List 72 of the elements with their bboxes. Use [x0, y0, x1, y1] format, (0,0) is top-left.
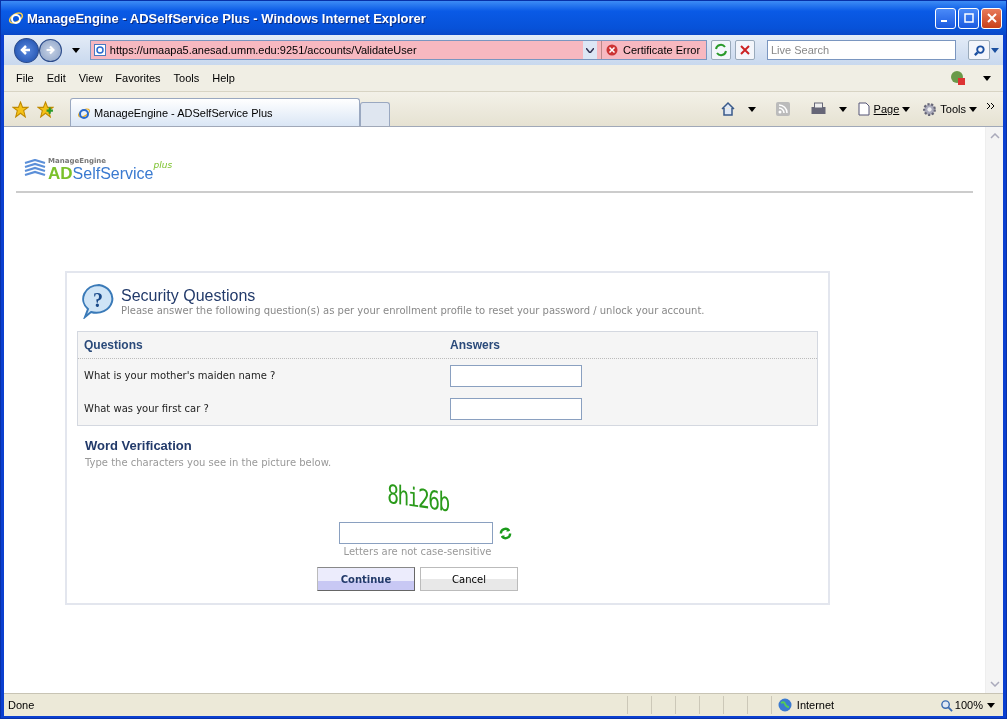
search-icon: [972, 43, 986, 57]
menu-item[interactable]: Help: [212, 72, 235, 84]
home-icon[interactable]: [719, 101, 736, 117]
chevron-down-icon: [586, 47, 595, 53]
printer-icon[interactable]: [809, 101, 827, 117]
address-dropdown-button[interactable]: [583, 41, 598, 59]
maximize-button[interactable]: [958, 7, 979, 29]
back-button[interactable]: [14, 37, 39, 63]
panel-title: Security Questions: [121, 286, 257, 305]
page-menu-button[interactable]: Page: [854, 102, 913, 116]
forward-arrow-icon: [44, 44, 57, 56]
menu-item[interactable]: Edit: [46, 72, 66, 84]
close-button[interactable]: [981, 7, 1002, 29]
menu-item[interactable]: Tools: [173, 72, 200, 84]
search-button[interactable]: [968, 40, 991, 60]
maximize-icon: [963, 13, 974, 23]
tools-menu-button[interactable]: Tools: [920, 101, 979, 117]
answer-field[interactable]: [450, 397, 582, 420]
page-icon: [93, 44, 106, 56]
url-text: https://umaapa5.anesad.umm.edu:9251/accounts/ValidateUser: [109, 44, 418, 56]
column-header: Questions: [84, 338, 144, 352]
question-text: What is your mother's maiden name ?: [84, 370, 277, 381]
section-title: Word Verification: [85, 438, 193, 453]
forward-button[interactable]: [38, 38, 62, 62]
caret-icon[interactable]: [747, 106, 756, 112]
captcha-image: 8hi26b: [386, 477, 449, 520]
menu-item[interactable]: View: [78, 72, 103, 84]
logo-icon: [24, 159, 46, 179]
browser-logo-icon: [77, 105, 91, 120]
add-favorite-icon[interactable]: [37, 100, 54, 118]
answer-field[interactable]: [450, 364, 582, 387]
menu-item[interactable]: Favorites: [115, 72, 161, 84]
refresh-button[interactable]: [711, 40, 731, 60]
question-text: What was your first car ?: [84, 403, 210, 414]
status-text: Done: [8, 699, 36, 711]
gear-icon: [922, 101, 938, 117]
caret-icon[interactable]: [991, 47, 999, 53]
form-button[interactable]: Continue: [317, 567, 415, 591]
caret-icon: [969, 106, 977, 112]
case-note-text: Letters are not case-sensitive: [343, 546, 492, 557]
instruction-text: Type the characters you see in the picture below.: [85, 457, 333, 468]
stop-button[interactable]: [735, 40, 755, 60]
caret-icon[interactable]: [838, 106, 847, 112]
page-icon: [856, 102, 871, 116]
address-field[interactable]: https://umaapa5.anesad.umm.edu:9251/accounts/ValidateUser Certificate Error: [89, 40, 708, 60]
captcha-field[interactable]: [339, 522, 493, 544]
caret-icon[interactable]: [983, 75, 991, 81]
column-header: Answers: [450, 338, 502, 352]
caret-icon[interactable]: [987, 702, 995, 708]
logo-ad-text: AD: [48, 165, 73, 183]
browser-logo-icon: [8, 10, 24, 26]
favorites-star-icon[interactable]: [12, 100, 29, 118]
logo-product-text: SelfService: [72, 165, 154, 183]
error-shield-icon: [606, 44, 619, 56]
menu-item[interactable]: File: [16, 72, 34, 84]
browser-tab[interactable]: ManageEngine - ADSelfService Plus: [70, 98, 360, 126]
close-icon: [986, 13, 997, 23]
minimize-button[interactable]: [935, 7, 956, 29]
refresh-icon[interactable]: [499, 526, 512, 540]
minimize-icon: [941, 20, 947, 22]
security-zone-text: Internet: [770, 696, 928, 714]
window-title: ManageEngine - ADSelfService Plus - Windows Internet Explorer: [27, 10, 426, 26]
stop-icon: [738, 44, 751, 56]
form-button[interactable]: Cancel: [420, 567, 518, 591]
search-field[interactable]: Live Search: [766, 40, 957, 60]
caret-icon[interactable]: [71, 47, 80, 53]
logo-plus-text: plus: [153, 160, 173, 170]
refresh-icon: [714, 43, 729, 57]
caret-icon: [902, 106, 911, 112]
zoom-button[interactable]: 100%: [939, 698, 983, 712]
magnifier-icon: [939, 698, 953, 712]
panel-subtitle: Please answer the following question(s) as per your enrollment profile to reset your password / unlock your account.: [121, 304, 705, 316]
